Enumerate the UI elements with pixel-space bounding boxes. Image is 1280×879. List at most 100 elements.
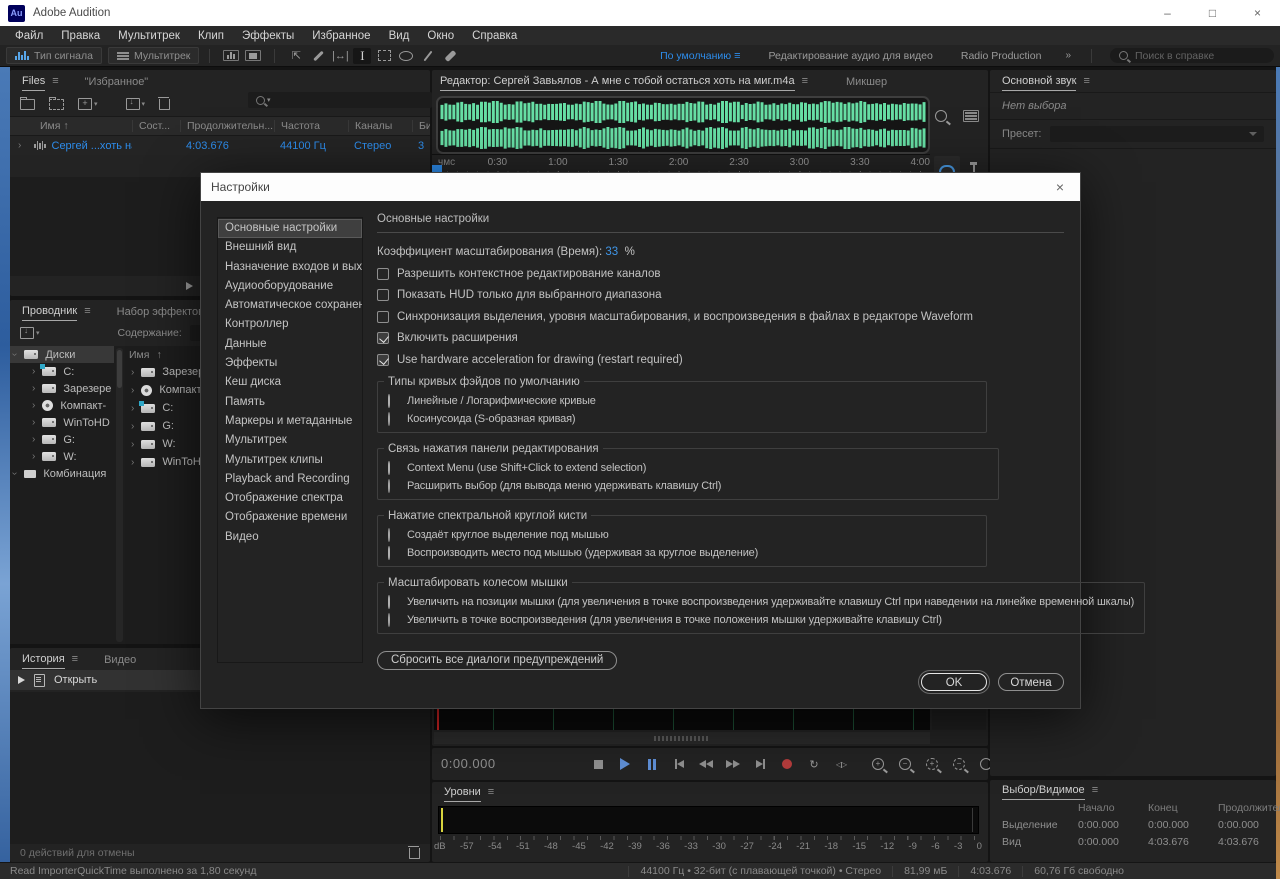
open-file-icon[interactable] bbox=[20, 99, 35, 110]
tab-essential-sound[interactable]: Основной звук≡ bbox=[1002, 70, 1090, 92]
pin-icon[interactable] bbox=[970, 162, 977, 172]
minimize-button[interactable]: – bbox=[1145, 0, 1190, 26]
close-button[interactable]: × bbox=[1235, 0, 1280, 26]
dialog-nav-item[interactable]: Память bbox=[218, 393, 362, 412]
preset-dropdown[interactable] bbox=[1050, 126, 1265, 142]
rewind-button[interactable] bbox=[698, 756, 714, 772]
checkbox[interactable] bbox=[377, 289, 389, 301]
tree-item[interactable]: ›C: bbox=[10, 363, 114, 380]
zoom-out-time-button[interactable]: − bbox=[951, 756, 967, 772]
import-file-icon[interactable] bbox=[49, 99, 64, 110]
zoom-out-button[interactable]: − bbox=[897, 756, 913, 772]
dialog-nav-item[interactable]: Внешний вид bbox=[218, 238, 362, 257]
import-icon[interactable]: ▾ bbox=[20, 327, 40, 339]
checkbox-row[interactable]: Включить расширения bbox=[377, 332, 1064, 344]
dialog-nav-item[interactable]: Контроллер bbox=[218, 315, 362, 334]
menu-item[interactable]: Эффекты bbox=[233, 30, 303, 42]
tab-editor[interactable]: Редактор: Сергей Завьялов - А мне с тобо… bbox=[440, 70, 808, 92]
menu-item[interactable]: Вид bbox=[380, 30, 419, 42]
zoom-in-button[interactable]: + bbox=[870, 756, 886, 772]
dialog-nav-item[interactable]: Мультитрек bbox=[218, 431, 362, 450]
checkbox-row[interactable]: Use hardware acceleration for drawing (r… bbox=[377, 354, 1064, 366]
help-search-input[interactable]: Поиск в справке bbox=[1110, 48, 1274, 63]
paintbrush-tool-icon[interactable] bbox=[419, 48, 437, 64]
dialog-nav-item[interactable]: Автоматическое сохранение bbox=[218, 296, 362, 315]
clear-history-icon[interactable] bbox=[409, 848, 420, 859]
waveform-view-button[interactable]: Тип сигнала bbox=[6, 47, 102, 64]
tab-levels[interactable]: Уровни≡ bbox=[444, 782, 494, 802]
zoom-factor-value[interactable]: 33 bbox=[605, 246, 618, 258]
menu-item[interactable]: Мультитрек bbox=[109, 30, 189, 42]
checkbox[interactable] bbox=[377, 311, 389, 323]
checkbox-row[interactable]: Разрешить контекстное редактирование кан… bbox=[377, 268, 1064, 280]
tab-video[interactable]: Видео bbox=[104, 648, 136, 670]
go-to-end-button[interactable] bbox=[752, 756, 768, 772]
tree-item[interactable]: ›Компакт- bbox=[10, 397, 114, 414]
time-selection-tool-icon[interactable]: I bbox=[353, 48, 371, 64]
multitrack-view-button[interactable]: Мультитрек bbox=[108, 47, 199, 64]
zoom-in-time-button[interactable]: + bbox=[924, 756, 940, 772]
dialog-nav-item[interactable]: Эффекты bbox=[218, 354, 362, 373]
checkbox-row[interactable]: Показать HUD только для выбранного диапа… bbox=[377, 289, 1064, 301]
dialog-nav-item[interactable]: Видео bbox=[218, 528, 362, 547]
maximize-button[interactable]: □ bbox=[1190, 0, 1235, 26]
tree-item-drives[interactable]: ›Диски bbox=[10, 346, 114, 363]
overview-waveform[interactable] bbox=[436, 96, 930, 154]
workspace-default[interactable]: По умолчанию ≡ bbox=[646, 50, 754, 62]
expand-chevron-icon[interactable]: › bbox=[10, 140, 34, 151]
workspace-overflow-chevron[interactable]: » bbox=[1055, 50, 1081, 61]
tab-files[interactable]: Files≡ bbox=[22, 70, 59, 92]
dialog-nav-item[interactable]: Назначение входов и выходов bbox=[218, 258, 362, 277]
go-to-start-button[interactable] bbox=[671, 756, 687, 772]
waveform-display-icon[interactable] bbox=[222, 48, 240, 64]
menu-item[interactable]: Файл bbox=[6, 30, 52, 42]
tree-item[interactable]: ›Зарезере bbox=[10, 380, 114, 397]
dialog-nav-item[interactable]: Playback and Recording bbox=[218, 470, 362, 489]
lasso-selection-tool-icon[interactable] bbox=[397, 48, 415, 64]
dialog-nav-item[interactable]: Мультитрек клипы bbox=[218, 451, 362, 470]
tree-item-combination[interactable]: ›Комбинация bbox=[10, 465, 114, 482]
skip-selection-button[interactable]: ◁▷ bbox=[833, 756, 849, 772]
display-options-icon[interactable] bbox=[963, 110, 979, 122]
radio-row[interactable]: Косинусоида (S-образная кривая) bbox=[388, 413, 976, 425]
slip-tool-icon[interactable]: |↔| bbox=[331, 48, 349, 64]
tab-media-browser[interactable]: Проводник≡ bbox=[22, 300, 91, 322]
fast-forward-button[interactable] bbox=[725, 756, 741, 772]
dialog-nav-item[interactable]: Отображение времени bbox=[218, 508, 362, 527]
tab-history[interactable]: История≡ bbox=[22, 648, 78, 670]
tab-effects-rack[interactable]: Набор эффектов bbox=[117, 300, 204, 322]
horizontal-scrollbar[interactable] bbox=[434, 732, 930, 744]
checkbox[interactable] bbox=[377, 268, 389, 280]
marquee-selection-tool-icon[interactable] bbox=[375, 48, 393, 64]
dialog-nav-item[interactable]: Основные настройки bbox=[218, 219, 362, 238]
tab-selection-view[interactable]: Выбор/Видимое≡ bbox=[1002, 780, 1098, 800]
pause-button[interactable] bbox=[644, 756, 660, 772]
radio-row[interactable]: Context Menu (use Shift+Click to extend … bbox=[388, 462, 988, 474]
preview-play-icon[interactable] bbox=[186, 282, 193, 290]
checkbox[interactable] bbox=[377, 332, 389, 344]
tab-favorites[interactable]: "Избранное" bbox=[85, 70, 149, 92]
record-button[interactable] bbox=[779, 756, 795, 772]
dialog-nav-item[interactable]: Данные bbox=[218, 335, 362, 354]
checkbox-row[interactable]: Синхронизация выделения, уровня масштаби… bbox=[377, 311, 1064, 323]
zoom-overview-icon[interactable] bbox=[935, 110, 947, 122]
files-search-input[interactable]: ▾ bbox=[248, 92, 432, 108]
radio-row[interactable]: Воспроизводить место под мышью (удержива… bbox=[388, 547, 976, 559]
workspace-audio-video[interactable]: Редактирование аудио для видео bbox=[754, 50, 946, 62]
save-icon[interactable]: ▾ bbox=[126, 98, 146, 110]
reset-warnings-button[interactable]: Сбросить все диалоги предупреждений bbox=[377, 651, 617, 670]
dialog-nav-item[interactable]: Маркеры и метаданные bbox=[218, 412, 362, 431]
tree-item[interactable]: ›G: bbox=[10, 431, 114, 448]
menu-item[interactable]: Избранное bbox=[303, 30, 379, 42]
new-item-icon[interactable]: +▾ bbox=[78, 98, 98, 110]
tab-mixer[interactable]: Микшер bbox=[846, 70, 887, 92]
play-button[interactable] bbox=[617, 756, 633, 772]
radio-row[interactable]: Расширить выбор (для вывода меню удержив… bbox=[388, 480, 988, 492]
dialog-nav-item[interactable]: Отображение спектра bbox=[218, 489, 362, 508]
dialog-nav-item[interactable]: Кеш диска bbox=[218, 373, 362, 392]
menu-item[interactable]: Окно bbox=[418, 30, 463, 42]
tree-scrollbar[interactable] bbox=[116, 348, 123, 642]
file-row[interactable]: › Сергей ...хоть на миг.m4a 4:03.676 441… bbox=[10, 136, 430, 155]
dialog-close-icon[interactable]: × bbox=[1040, 179, 1080, 195]
menu-item[interactable]: Справка bbox=[463, 30, 526, 42]
